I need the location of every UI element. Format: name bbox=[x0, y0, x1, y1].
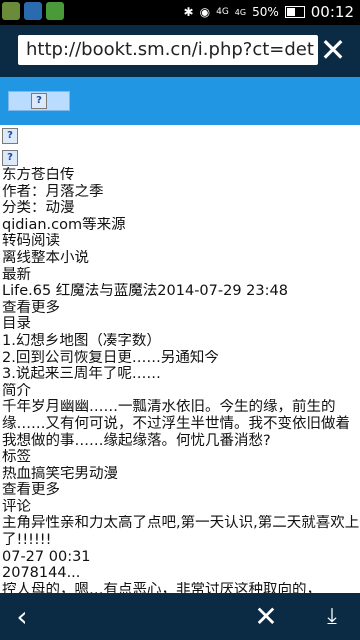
signal-icon: 4G bbox=[234, 7, 247, 17]
browser-bottom-bar: ‹ ✕ ⤓ bbox=[0, 593, 360, 640]
intro-text: 千年岁月幽幽……一瓢清水依旧。今生的缘，前生的缘……又有何可说，不过浮生半世情。… bbox=[2, 399, 350, 449]
book-category: 分类：动漫 bbox=[2, 200, 75, 217]
signal-icon: 4G bbox=[216, 7, 229, 17]
broken-image-icon[interactable]: ? bbox=[2, 128, 18, 144]
book-author: 作者：月落之季 bbox=[2, 183, 104, 200]
broken-image-placeholder[interactable]: ? bbox=[8, 91, 70, 111]
broken-image-icon: ? bbox=[31, 93, 47, 109]
bluetooth-icon: ✱ bbox=[183, 5, 194, 19]
comment-time: 07-27 00:31 bbox=[2, 548, 91, 565]
intro-label: 简介 bbox=[2, 382, 31, 399]
clock: 00:12 bbox=[310, 3, 354, 21]
status-bar: ✱ ◉ 4G 4G 50% 00:12 bbox=[0, 0, 360, 25]
download-icon[interactable]: ⤓ bbox=[312, 599, 352, 635]
view-more-link[interactable]: 查看更多 bbox=[2, 482, 360, 499]
latest-chapter-link[interactable]: Life.65 红魔法与蓝魔法2014-07-29 23:48 bbox=[2, 283, 360, 300]
site-header: ? bbox=[0, 77, 360, 125]
battery-icon bbox=[284, 6, 305, 18]
notification-icons bbox=[2, 2, 64, 20]
system-status: ✱ ◉ 4G 4G 50% 00:12 bbox=[184, 3, 354, 21]
app-notification-icon bbox=[2, 2, 20, 20]
tags-label: 标签 bbox=[2, 449, 31, 466]
book-title: 东方苍白传 bbox=[2, 167, 75, 183]
eye-icon: ◉ bbox=[199, 5, 211, 19]
book-detail: 东方苍白传 作者：月落之季 分类：动漫 qidian.com等来源 转码阅读 离… bbox=[2, 167, 360, 598]
toc-item[interactable]: 3.说起来三周年了呢…… bbox=[2, 366, 360, 383]
tags-text[interactable]: 热血搞笑宅男动漫 bbox=[2, 466, 360, 483]
app-notification-icon bbox=[24, 2, 42, 20]
toc-item[interactable]: 2.回到公司恢复日更……另通知今 bbox=[2, 350, 360, 367]
offline-link[interactable]: 离线整本小说 bbox=[2, 250, 360, 267]
app-notification-icon bbox=[46, 2, 64, 20]
toc-label: 目录 bbox=[2, 316, 31, 333]
back-icon[interactable]: ‹ bbox=[2, 599, 42, 635]
toc-item[interactable]: 1.幻想乡地图（凑字数） bbox=[2, 333, 360, 350]
battery-percent: 50% bbox=[252, 5, 279, 19]
broken-image-list: ? ? bbox=[2, 128, 18, 172]
url-field[interactable]: http://bookt.sm.cn/i.php?ct=det bbox=[18, 35, 318, 65]
broken-image-icon[interactable]: ? bbox=[2, 150, 18, 166]
latest-label: 最新 bbox=[2, 266, 31, 283]
view-more-link[interactable]: 查看更多 bbox=[2, 300, 360, 317]
close-icon[interactable]: ✕ bbox=[318, 34, 348, 66]
browser-toolbar: http://bookt.sm.cn/i.php?ct=det ✕ bbox=[0, 25, 360, 77]
comment-user: 2078144... bbox=[2, 565, 81, 582]
comment-text: 主角异性亲和力太高了点吧,第一天认识,第二天就喜欢上了!!!!!! bbox=[2, 515, 360, 549]
comments-label: 评论 bbox=[2, 498, 31, 515]
close-icon[interactable]: ✕ bbox=[246, 599, 286, 635]
transcode-link[interactable]: 转码阅读 bbox=[2, 233, 360, 250]
book-source: qidian.com等来源 bbox=[2, 216, 126, 233]
